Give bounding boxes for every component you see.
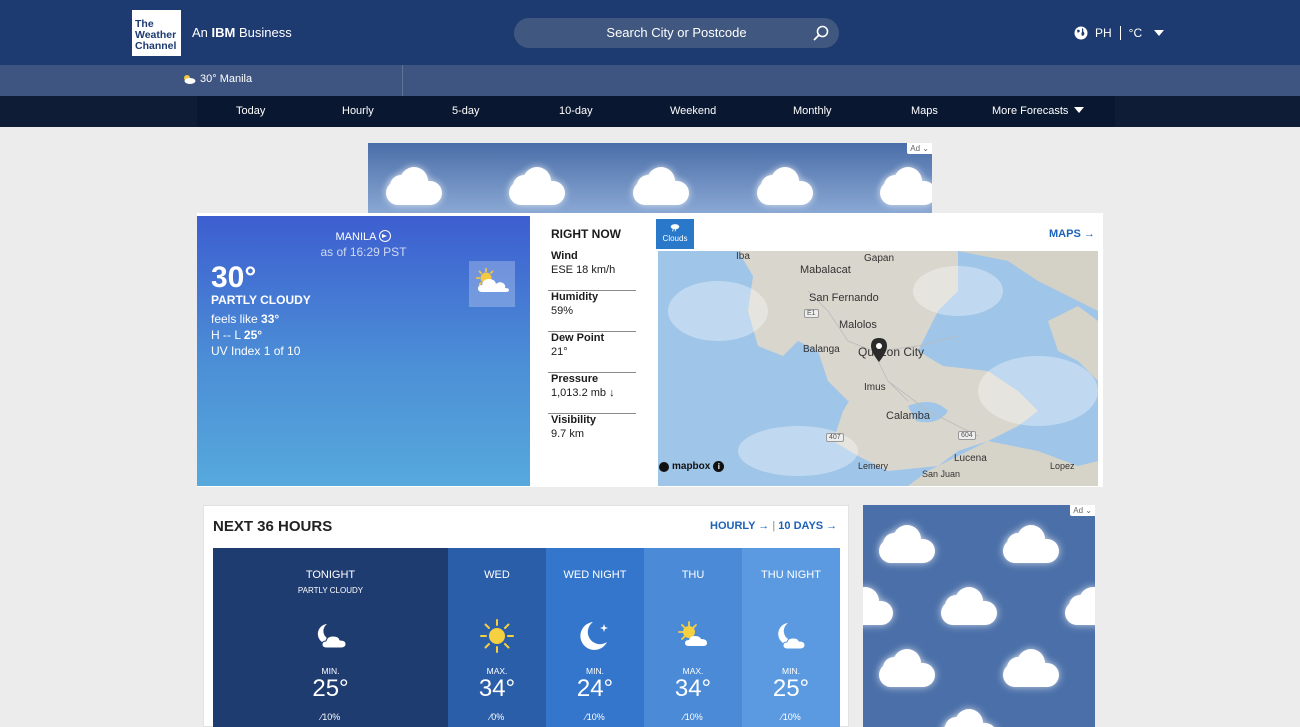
nav-maps[interactable]: Maps <box>911 105 938 117</box>
hourly-link[interactable]: HOURLY → <box>710 520 769 532</box>
ibm-tagline: An IBM Business <box>192 25 292 40</box>
mapbox-attribution[interactable]: mapbox i <box>659 461 725 472</box>
divider <box>402 65 403 96</box>
globe-icon <box>1074 26 1088 40</box>
forecast-period-wed-night[interactable]: WED NIGHT MIN. 24° ⁄10% <box>546 548 644 727</box>
cloud-graphic <box>941 709 997 727</box>
forecast-period-tonight[interactable]: TONIGHT PARTLY CLOUDY MIN. 25° ⁄10% <box>213 548 448 727</box>
cloud-graphic <box>509 167 565 205</box>
cloud-graphic <box>386 167 442 205</box>
nav-weekend[interactable]: Weekend <box>670 105 716 117</box>
location-name[interactable]: MANILA <box>197 230 530 243</box>
visibility-item: Visibility 9.7 km <box>551 414 597 440</box>
cloud-graphic <box>941 587 997 625</box>
partly-sunny-icon <box>678 621 707 646</box>
maps-link[interactable]: MAPS → <box>1049 228 1095 240</box>
wind-item: Wind ESE 18 km/h <box>548 250 636 291</box>
feels-like: feels like 33° <box>211 312 280 326</box>
country-code: PH <box>1095 26 1112 40</box>
nav-more-forecasts[interactable]: More Forecasts <box>992 105 1085 117</box>
search-icon[interactable] <box>812 24 830 42</box>
nav-10-day[interactable]: 10-day <box>559 105 593 117</box>
top-header: The Weather Channel An IBM Business Sear… <box>0 0 1300 65</box>
right-now-title: RIGHT NOW <box>551 227 621 241</box>
clouds-layer-button[interactable]: Clouds <box>656 219 694 249</box>
arrow-circle-icon <box>379 230 392 242</box>
map-label: Imus <box>864 382 886 393</box>
partly-cloudy-icon <box>469 261 515 307</box>
humidity-item: Humidity 59% <box>548 291 636 332</box>
ten-days-link[interactable]: 10 DAYS → <box>778 520 837 532</box>
ad-choices-label[interactable]: Ad ⌄ <box>1070 505 1095 516</box>
next-36-hours-title: NEXT 36 HOURS <box>213 518 333 535</box>
ad-choices-label[interactable]: Ad ⌄ <box>907 143 932 154</box>
unit-label: °C <box>1128 26 1143 40</box>
cloud-graphic <box>879 525 935 563</box>
weather-map[interactable]: Iba Gapan Mabalacat San Fernando Malolos… <box>658 251 1098 486</box>
pressure-item: Pressure 1,013.2 mb ↓ <box>548 373 636 414</box>
observation-time: as of 16:29 PST <box>320 245 407 259</box>
map-header <box>655 216 1102 251</box>
recent-locations-bar: 30° Manila <box>0 65 1300 96</box>
road-shield: 407 <box>826 433 844 442</box>
recent-location[interactable]: 30° Manila <box>182 73 252 85</box>
mapbox-logo-icon <box>659 461 669 472</box>
map-label: Calamba <box>886 410 931 422</box>
sun-icon <box>480 619 514 653</box>
weather-channel-logo[interactable]: The Weather Channel <box>132 10 181 56</box>
search-placeholder: Search City or Postcode <box>606 25 747 40</box>
locale-selector[interactable]: PH °C <box>1074 24 1165 42</box>
chevron-down-icon <box>1074 107 1085 113</box>
cloud-graphic <box>879 649 935 687</box>
map-label: Lopez <box>1050 461 1075 471</box>
location-pin-icon <box>871 338 887 362</box>
map-label: Mabalacat <box>800 264 851 276</box>
dew-point-item: Dew Point 21° <box>548 332 636 373</box>
map-label: Iba <box>736 251 750 262</box>
forecast-links: HOURLY → | 10 DAYS → <box>710 520 838 532</box>
cloud-graphic <box>880 167 932 205</box>
cloud-graphic <box>633 167 689 205</box>
info-icon[interactable]: i <box>713 461 725 472</box>
map-label: Malolos <box>839 319 877 331</box>
nav-hourly[interactable]: Hourly <box>342 105 374 117</box>
road-shield: 604 <box>958 431 976 440</box>
forecast-period-thu[interactable]: THU MAX. 34° ⁄10% <box>644 548 742 727</box>
map-label: Quezon City <box>858 345 925 359</box>
nav-monthly[interactable]: Monthly <box>793 105 832 117</box>
condition-phrase: PARTLY CLOUDY <box>211 293 311 307</box>
road-shield: E1 <box>804 309 819 318</box>
cloud-graphic <box>1003 649 1059 687</box>
main-nav: Today Hourly 5-day 10-day Weekend Monthl… <box>0 96 1300 127</box>
cloud-rain-icon <box>670 224 680 232</box>
map-label: Balanga <box>803 344 840 355</box>
partly-cloudy-icon <box>184 75 196 84</box>
moon-stars-icon <box>580 622 608 650</box>
high-low: H -- L 25° <box>211 328 263 342</box>
map-label: San Fernando <box>809 292 879 304</box>
map-label: Gapan <box>864 253 895 264</box>
current-temperature: 30° <box>211 261 257 294</box>
cloud-graphic <box>757 167 813 205</box>
side-ad[interactable]: Ad ⌄ <box>863 505 1095 727</box>
partly-cloudy-night-icon <box>317 624 347 649</box>
current-conditions-panel: MANILA as of 16:29 PST 30° PARTLY CLOUDY… <box>197 216 530 486</box>
nav-5-day[interactable]: 5-day <box>452 105 480 117</box>
forecast-period-wed[interactable]: WED MAX. 34° ⁄0% <box>448 548 546 727</box>
chevron-down-icon <box>1154 30 1165 36</box>
map-label: Lucena <box>954 453 987 464</box>
cloud-graphic <box>863 587 893 625</box>
divider <box>1119 26 1121 40</box>
forecast-period-thu-night[interactable]: THU NIGHT MIN. 25° ⁄10% <box>742 548 840 727</box>
map-graphic <box>658 251 1098 486</box>
map-label: San Juan <box>922 469 961 479</box>
banner-ad[interactable]: Ad ⌄ <box>368 143 932 213</box>
partly-cloudy-night-icon <box>778 623 806 650</box>
cloud-graphic <box>1003 525 1059 563</box>
nav-today[interactable]: Today <box>236 105 265 117</box>
map-label: Lemery <box>858 461 889 471</box>
search-input[interactable]: Search City or Postcode <box>514 18 839 48</box>
cloud-graphic <box>1065 587 1095 625</box>
uv-index: UV Index 1 of 10 <box>211 344 301 358</box>
